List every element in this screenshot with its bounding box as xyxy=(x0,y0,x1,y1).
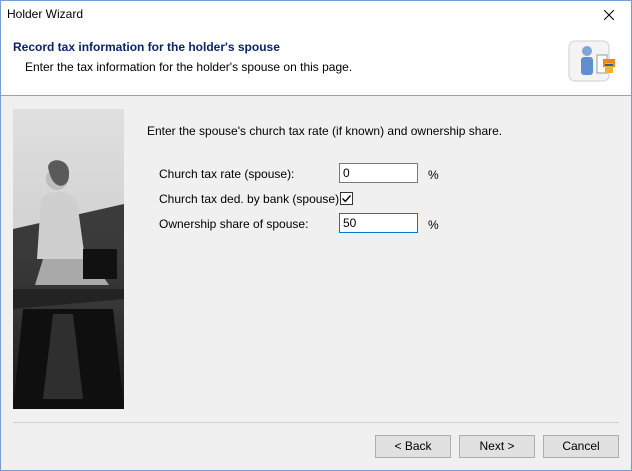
ownership-share-input[interactable] xyxy=(339,213,418,233)
window-title: Holder Wizard xyxy=(7,7,84,21)
holder-wizard-icon xyxy=(568,40,615,82)
title-bar: Holder Wizard xyxy=(1,1,631,29)
ownership-share-unit: % xyxy=(428,218,439,232)
church-tax-rate-unit: % xyxy=(428,168,439,182)
church-tax-ded-checkbox[interactable] xyxy=(340,192,353,205)
wizard-window: Holder Wizard Record tax information for… xyxy=(0,0,632,471)
next-button[interactable]: Next > xyxy=(459,435,535,458)
page-subtitle: Enter the tax information for the holder… xyxy=(25,60,353,74)
wizard-side-photo xyxy=(13,109,124,409)
wizard-header: Record tax information for the holder's … xyxy=(1,29,631,96)
cancel-button[interactable]: Cancel xyxy=(543,435,619,458)
footer-divider xyxy=(13,422,619,423)
close-icon xyxy=(604,10,614,20)
church-tax-rate-input[interactable] xyxy=(339,163,418,183)
church-tax-ded-label: Church tax ded. by bank (spouse): xyxy=(159,192,343,206)
instruction-text: Enter the spouse's church tax rate (if k… xyxy=(147,124,503,138)
church-tax-rate-label: Church tax rate (spouse): xyxy=(159,167,295,181)
ownership-share-label: Ownership share of spouse: xyxy=(159,217,309,231)
close-button[interactable] xyxy=(587,1,631,29)
checkmark-icon xyxy=(342,195,352,203)
back-button[interactable]: < Back xyxy=(375,435,451,458)
page-title: Record tax information for the holder's … xyxy=(13,40,280,54)
